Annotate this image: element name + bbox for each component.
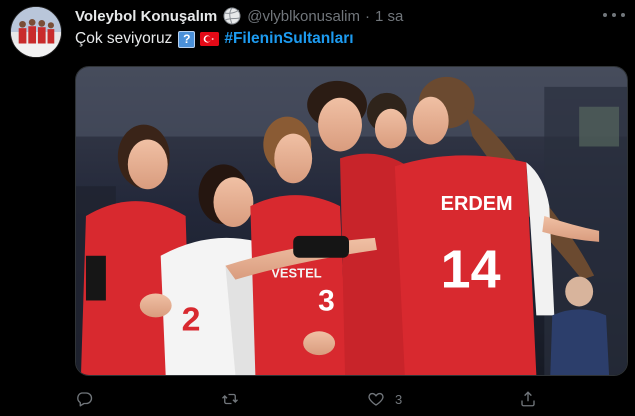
avatar[interactable] [10,6,62,58]
volleyball-icon [223,7,241,25]
tweet-text-body: Çok seviyoruz [75,30,173,47]
hashtag-link[interactable]: #FileninSultanları [224,30,353,48]
photo-jersey-name: ERDEM [441,193,513,215]
user-handle[interactable]: @vlyblkonusalim [247,8,360,25]
separator-dot: · [365,7,371,25]
more-options-icon[interactable] [603,8,625,22]
heart-icon [368,392,384,406]
turkey-flag-icon [200,32,220,46]
like-button[interactable]: 3 [367,390,402,408]
like-count: 3 [395,391,403,407]
question-emoji-icon: ? [178,30,196,48]
tweet-text: Çok seviyoruz ? #FileninSultanları [75,30,354,48]
tweet-actions: 3 [75,390,628,410]
share-icon [521,391,535,407]
retweet-icon [222,393,238,405]
tweet-photo[interactable]: 2 3 VESTEL ERDEM 14 [75,66,628,376]
tweet[interactable]: Voleybol Konuşalım @vlyblkonusalim · 1 s… [0,0,635,416]
tweet-header: Voleybol Konuşalım @vlyblkonusalim · 1 s… [75,6,403,26]
photo-jersey-number-back: 14 [441,240,501,300]
share-button[interactable] [519,390,537,408]
reply-button[interactable] [75,390,93,408]
retweet-button[interactable] [221,390,239,408]
reply-icon [77,392,93,407]
photo-jersey-number-left: 2 [182,300,201,338]
timestamp[interactable]: 1 sa [375,8,403,25]
photo-jersey-number-mid: 3 [318,284,335,317]
display-name[interactable]: Voleybol Konuşalım [75,8,217,25]
